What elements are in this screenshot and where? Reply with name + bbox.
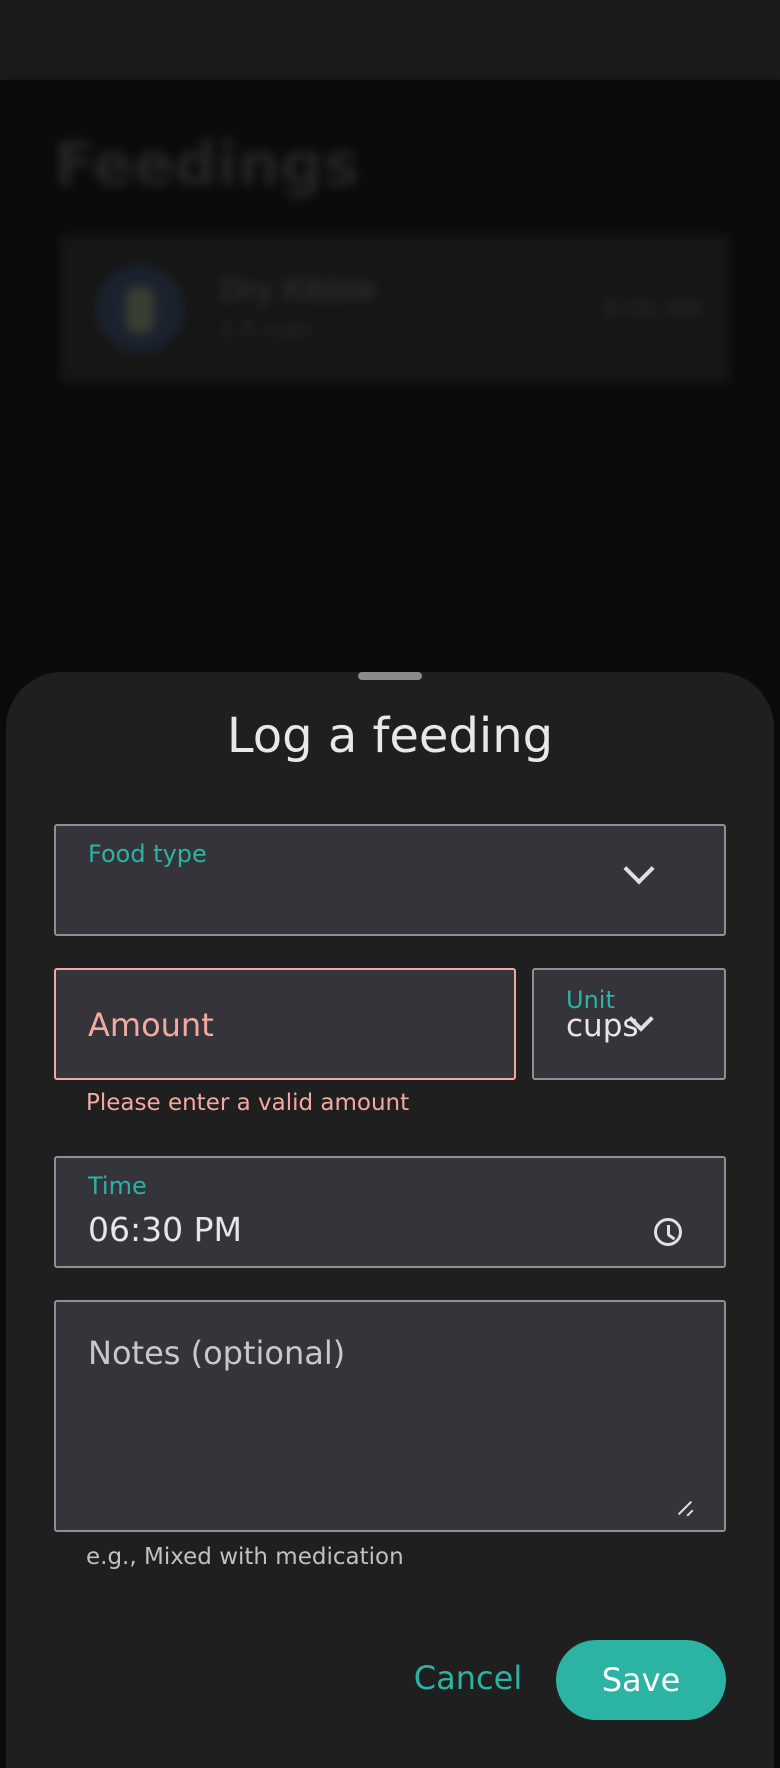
page-title: Feedings xyxy=(54,130,359,200)
time-value: 06:30 PM xyxy=(88,1210,242,1249)
unit-value: cups xyxy=(566,1008,639,1044)
status-bar xyxy=(0,0,780,80)
notes-placeholder: Notes (optional) xyxy=(88,1334,346,1372)
amount-error-text: Please enter a valid amount xyxy=(86,1090,410,1116)
feeding-time: 8:00 AM xyxy=(603,295,702,323)
cancel-button[interactable]: Cancel xyxy=(398,1638,538,1718)
chevron-down-icon xyxy=(623,853,655,885)
time-label: Time xyxy=(88,1172,147,1200)
save-button[interactable]: Save xyxy=(556,1640,726,1720)
resize-handle-icon[interactable] xyxy=(678,1500,694,1516)
amount-input[interactable]: Amount xyxy=(54,968,516,1080)
avatar xyxy=(96,265,184,353)
notes-helper-text: e.g., Mixed with medication xyxy=(86,1544,404,1570)
feeding-amount: 1.5 cups xyxy=(220,317,314,342)
clock-icon[interactable] xyxy=(654,1218,682,1246)
food-type-label: Food type xyxy=(88,840,207,868)
unit-select[interactable]: Unit cups xyxy=(532,968,726,1080)
sheet-title: Log a feeding xyxy=(226,708,554,764)
food-type-select[interactable]: Food type xyxy=(54,824,726,936)
feeding-name: Dry Kibble xyxy=(220,273,376,308)
amount-placeholder: Amount xyxy=(88,1006,214,1044)
notes-textarea[interactable]: Notes (optional) xyxy=(54,1300,726,1532)
drag-handle[interactable] xyxy=(358,672,422,680)
feeding-card: Dry Kibble 1.5 cups 8:00 AM xyxy=(60,235,730,383)
bottom-sheet: Log a feeding Food type Amount Unit cups… xyxy=(6,672,774,1768)
time-input[interactable]: Time 06:30 PM xyxy=(54,1156,726,1268)
